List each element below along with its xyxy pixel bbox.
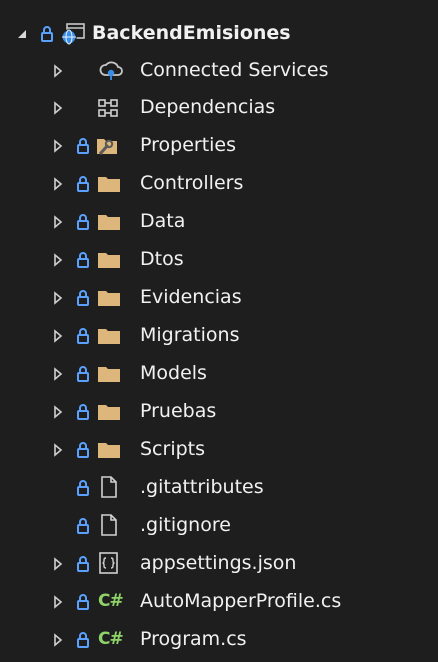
chevron-right-icon[interactable] xyxy=(50,100,66,116)
lock-icon xyxy=(76,365,90,382)
tree-item-label: Data xyxy=(140,210,186,232)
lock-icon xyxy=(76,479,90,496)
chevron-right-icon[interactable] xyxy=(50,290,66,306)
tree-item-scripts[interactable]: Scripts xyxy=(0,431,438,468)
solution-explorer-tree: BackendEmisiones Connected Services Depe… xyxy=(0,0,438,662)
json-file-icon xyxy=(96,551,122,575)
lock-icon xyxy=(76,137,90,154)
folder-icon xyxy=(96,172,122,196)
chevron-right-icon[interactable] xyxy=(50,366,66,382)
chevron-expanded-icon[interactable] xyxy=(14,26,30,42)
tree-item-gitignore[interactable]: .gitignore xyxy=(0,507,438,544)
tree-item-properties[interactable]: Properties xyxy=(0,127,438,164)
tree-item-label: Program.cs xyxy=(140,628,247,650)
folder-icon xyxy=(96,438,122,462)
tree-item-label: Dtos xyxy=(140,248,184,270)
tree-item-data[interactable]: Data xyxy=(0,203,438,240)
tree-item-controllers[interactable]: Controllers xyxy=(0,165,438,202)
tree-item-dtos[interactable]: Dtos xyxy=(0,241,438,278)
folder-icon xyxy=(96,362,122,386)
tree-item-pruebas[interactable]: Pruebas xyxy=(0,393,438,430)
tree-item-label: .gitignore xyxy=(140,514,231,536)
tree-item-label: Migrations xyxy=(140,324,240,346)
lock-icon xyxy=(76,251,90,268)
lock-icon xyxy=(76,175,90,192)
chevron-right-icon[interactable] xyxy=(50,442,66,458)
lock-icon xyxy=(76,289,90,306)
lock-icon xyxy=(76,213,90,230)
lock-icon xyxy=(76,631,90,648)
tree-item-appsettings[interactable]: appsettings.json xyxy=(0,545,438,582)
folder-icon xyxy=(96,400,122,424)
folder-icon xyxy=(96,286,122,310)
chevron-right-icon[interactable] xyxy=(50,214,66,230)
chevron-right-icon[interactable] xyxy=(50,632,66,648)
tree-item-label: Dependencias xyxy=(140,96,276,118)
tree-item-label: appsettings.json xyxy=(140,552,297,574)
tree-item-label: Models xyxy=(140,362,207,384)
folder-icon xyxy=(96,210,122,234)
chevron-right-icon[interactable] xyxy=(50,252,66,268)
file-icon xyxy=(96,475,122,499)
tree-item-label: Evidencias xyxy=(140,286,242,308)
connected-services-icon xyxy=(98,58,124,82)
properties-folder-icon xyxy=(94,134,120,158)
lock-icon xyxy=(76,593,90,610)
chevron-right-icon[interactable] xyxy=(50,328,66,344)
project-node[interactable]: BackendEmisiones xyxy=(0,15,438,52)
lock-icon xyxy=(76,555,90,572)
lock-icon xyxy=(76,517,90,534)
tree-item-dependencias[interactable]: Dependencias xyxy=(0,89,438,126)
tree-item-label: Controllers xyxy=(140,172,244,194)
web-project-icon xyxy=(60,22,86,46)
chevron-right-icon[interactable] xyxy=(50,404,66,420)
lock-icon xyxy=(76,327,90,344)
csharp-file-icon: C# xyxy=(98,591,124,611)
tree-item-evidencias[interactable]: Evidencias xyxy=(0,279,438,316)
tree-item-label: Scripts xyxy=(140,438,206,460)
chevron-right-icon[interactable] xyxy=(50,63,66,79)
tree-item-label: .gitattributes xyxy=(140,476,264,498)
tree-item-migrations[interactable]: Migrations xyxy=(0,317,438,354)
tree-item-connected-services[interactable]: Connected Services xyxy=(0,52,438,89)
tree-item-label: Properties xyxy=(140,134,237,156)
tree-item-label: Pruebas xyxy=(140,400,217,422)
dependencies-icon xyxy=(96,96,122,120)
tree-item-automapperprofile[interactable]: C# AutoMapperProfile.cs xyxy=(0,583,438,620)
csharp-file-icon: C# xyxy=(98,629,124,649)
folder-icon xyxy=(96,248,122,272)
lock-icon xyxy=(76,441,90,458)
chevron-right-icon[interactable] xyxy=(50,556,66,572)
folder-icon xyxy=(96,324,122,348)
tree-item-label: Connected Services xyxy=(140,59,329,81)
chevron-right-icon[interactable] xyxy=(50,138,66,154)
chevron-right-icon[interactable] xyxy=(50,594,66,610)
tree-item-gitattributes[interactable]: .gitattributes xyxy=(0,469,438,506)
lock-icon xyxy=(40,25,54,42)
chevron-right-icon[interactable] xyxy=(50,176,66,192)
project-name: BackendEmisiones xyxy=(92,22,291,44)
file-icon xyxy=(96,513,122,537)
tree-item-program[interactable]: C# Program.cs xyxy=(0,621,438,658)
tree-item-label: AutoMapperProfile.cs xyxy=(140,590,342,612)
lock-icon xyxy=(76,403,90,420)
tree-item-models[interactable]: Models xyxy=(0,355,438,392)
